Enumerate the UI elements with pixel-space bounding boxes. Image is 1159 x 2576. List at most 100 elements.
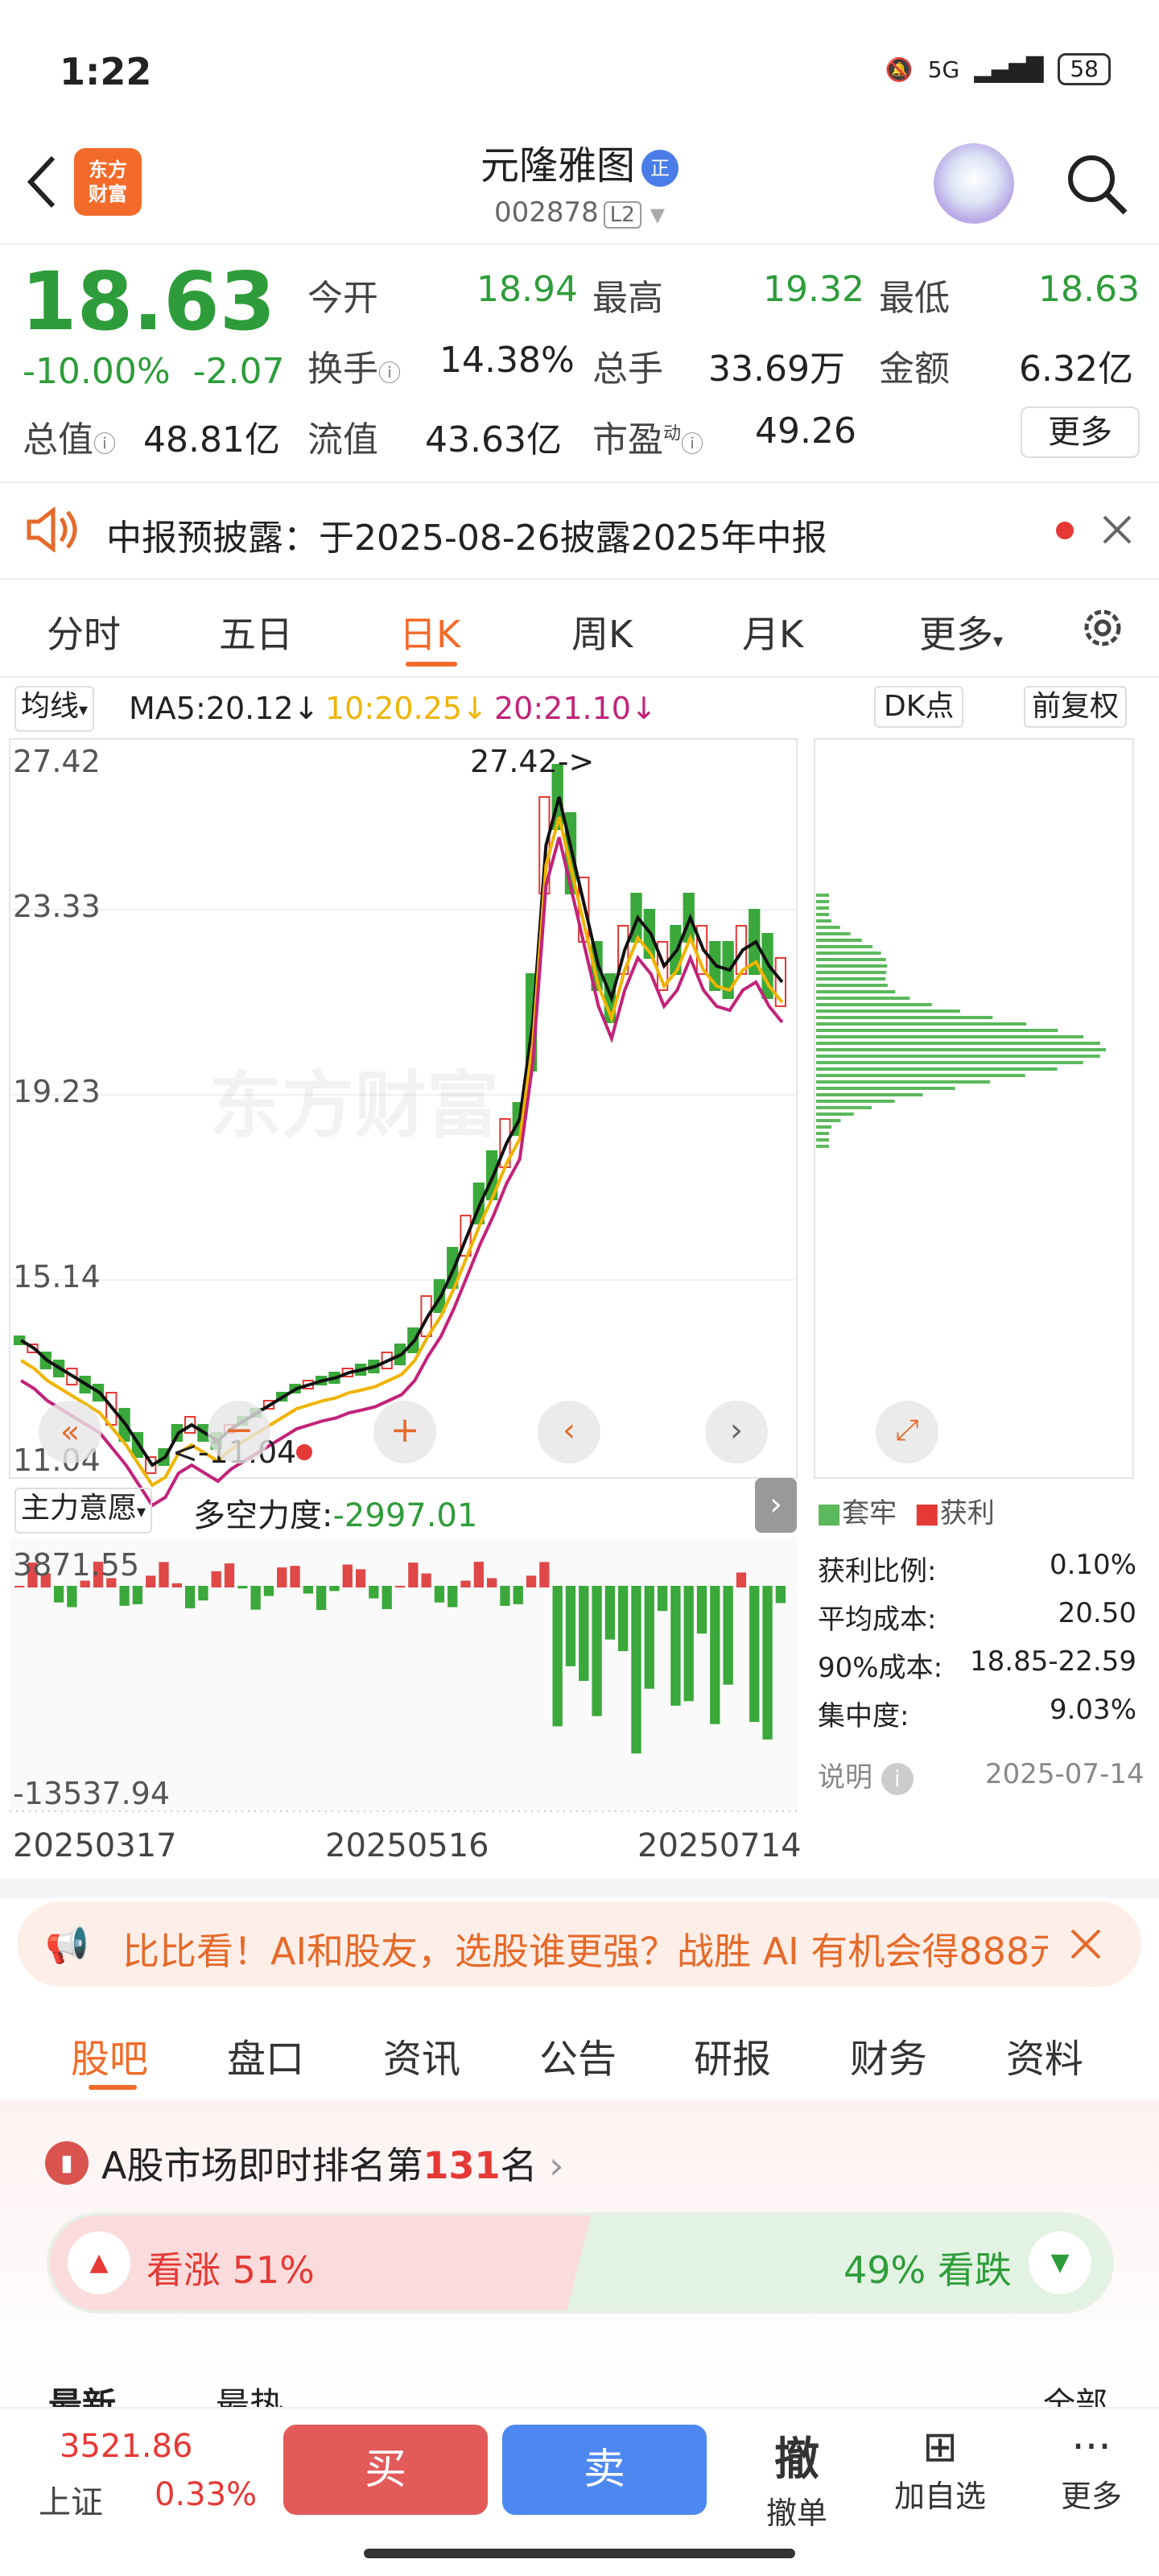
indicator-select[interactable]: 均线▾ [14, 686, 95, 732]
chip-bar [816, 1074, 1025, 1077]
flow-bar [552, 1586, 563, 1727]
search-icon[interactable] [1062, 150, 1130, 217]
float-label: 流值 [307, 419, 378, 460]
level2-badge: L2 [603, 201, 641, 229]
chip-stat-value: 0.10% [1049, 1549, 1136, 1581]
max-price-marker: 27.42-> [470, 744, 595, 779]
flow-bar [263, 1586, 274, 1596]
close-banner-icon[interactable] [1067, 1926, 1104, 1963]
float-value: 43.63亿 [425, 419, 562, 460]
unread-dot [1056, 522, 1074, 539]
promo-banner[interactable]: 📢 比比看！AI和股友，选股谁更强？战胜 AI 有机会得888元 [18, 1901, 1141, 1987]
price-change: -10.00% -2.07 [23, 351, 285, 392]
chip-stat-label: 90%成本: [818, 1652, 943, 1684]
tab-monthly-k[interactable]: 月K [742, 605, 803, 658]
bearish-button[interactable]: ▼ [1029, 2231, 1091, 2294]
bullish-label: 看涨 51% [146, 2248, 315, 2292]
chip-bar [816, 1080, 991, 1084]
chip-bar [816, 913, 829, 916]
sub-y-top: 3871.55 [13, 1547, 140, 1583]
prev-icon[interactable]: ‹ [538, 1401, 600, 1463]
flow-bar [171, 1583, 182, 1587]
tab-guba[interactable]: 股吧 [71, 2027, 148, 2083]
chip-bar [816, 894, 829, 897]
network-label: 5G [927, 56, 960, 83]
tab-orderbook[interactable]: 盘口 [227, 2027, 304, 2083]
turnover-label: 换手ⓘ [307, 349, 402, 390]
expand-icon[interactable]: ⤢ [876, 1401, 938, 1463]
rank-text[interactable]: A股市场即时排名第131名 › [101, 2136, 564, 2190]
adjust-button[interactable]: 前复权 [1024, 686, 1128, 728]
tab-research[interactable]: 研报 [694, 2027, 771, 2083]
flow-bar [500, 1586, 510, 1606]
add-watchlist-button[interactable]: ⊞ 加自选 [885, 2423, 995, 2516]
zoom-out-icon[interactable]: − [208, 1401, 270, 1463]
mktcap-label: 总值ⓘ [23, 419, 117, 460]
sub-indicator-select[interactable]: 主力意愿▾ [14, 1488, 153, 1534]
flow-bar [434, 1586, 445, 1603]
sub-panel-toggle-icon[interactable]: › [755, 1478, 797, 1533]
assistant-avatar-icon[interactable] [934, 143, 1014, 224]
more-button[interactable]: ··· 更多 [1050, 2423, 1133, 2516]
flow-bar [604, 1586, 616, 1640]
chip-bar [816, 1113, 854, 1116]
tab-intraday[interactable]: 分时 [47, 605, 121, 658]
low-label: 最低 [879, 278, 950, 319]
volume-label: 总手 [592, 349, 663, 390]
flow-bar [53, 1586, 64, 1603]
cancel-order-button[interactable]: 撤撤单 [755, 2423, 839, 2533]
index-value[interactable]: 3521.86 [60, 2428, 192, 2465]
buy-button[interactable]: 买 [283, 2425, 488, 2515]
chip-stat-label: 平均成本: [818, 1604, 937, 1636]
signal-icon: ▂▄▆█ [974, 56, 1044, 83]
index-name: 上证 [39, 2484, 103, 2521]
chip-bar [816, 1138, 829, 1141]
chip-bar [816, 900, 829, 903]
more-dots-icon: ··· [1071, 2423, 1112, 2471]
chip-bar [816, 926, 840, 929]
chip-note[interactable]: 说明 i [818, 1755, 914, 1795]
next-icon[interactable]: › [705, 1401, 768, 1463]
settings-gear-icon[interactable] [1079, 604, 1127, 652]
zoom-in-icon[interactable]: + [373, 1401, 436, 1463]
chip-bar [816, 1125, 832, 1129]
tab-weekly-k[interactable]: 周K [571, 605, 633, 658]
flow-bar [369, 1586, 379, 1599]
flow-bar [486, 1578, 497, 1587]
flow-bar [723, 1586, 733, 1685]
scroll-start-icon[interactable]: « [39, 1401, 101, 1463]
chip-legend: ■套牢 ■获利 [816, 1497, 995, 1530]
tab-daily-k[interactable]: 日K [399, 605, 460, 658]
y-label-2: 23.33 [13, 889, 101, 924]
sell-button[interactable]: 卖 [502, 2425, 707, 2515]
flow-bar [290, 1566, 300, 1587]
close-icon[interactable] [1099, 512, 1135, 547]
bullish-button[interactable]: ▲ [68, 2231, 130, 2294]
tab-5day[interactable]: 五日 [219, 605, 293, 658]
mute-icon: 🔕 [885, 56, 914, 83]
chip-stat-row: 获利比例: 0.10% [818, 1549, 1136, 1597]
chip-bar [816, 939, 862, 942]
tab-news[interactable]: 资讯 [383, 2027, 460, 2083]
chip-bar [816, 1061, 1083, 1064]
current-price: 18.63 [21, 254, 276, 349]
chip-bar [816, 1055, 1100, 1058]
dk-point-button[interactable]: DK点 [874, 686, 964, 728]
tab-announcements[interactable]: 公告 [539, 2027, 617, 2083]
flow-bar [132, 1586, 143, 1604]
chip-bar [816, 977, 886, 980]
min-dot [296, 1444, 312, 1460]
sub-y-bottom: -13537.94 [13, 1776, 171, 1811]
flow-bar [670, 1586, 681, 1706]
btab-indicator [89, 2085, 137, 2090]
tab-more[interactable]: 更多▾ [919, 605, 1003, 658]
more-quote-button[interactable]: 更多 [1021, 407, 1140, 458]
chip-bar [816, 984, 888, 987]
tab-profile[interactable]: 资料 [1006, 2027, 1083, 2083]
chip-stat-row: 集中度: 9.03% [818, 1694, 1136, 1742]
flow-bar [460, 1580, 471, 1587]
notice-text[interactable]: 中报预披露：于2025-08-26披露2025年中报 [106, 509, 827, 560]
flow-bar [579, 1586, 589, 1682]
tab-finance[interactable]: 财务 [850, 2027, 927, 2083]
rank-chart-icon: ▮ [45, 2141, 89, 2185]
